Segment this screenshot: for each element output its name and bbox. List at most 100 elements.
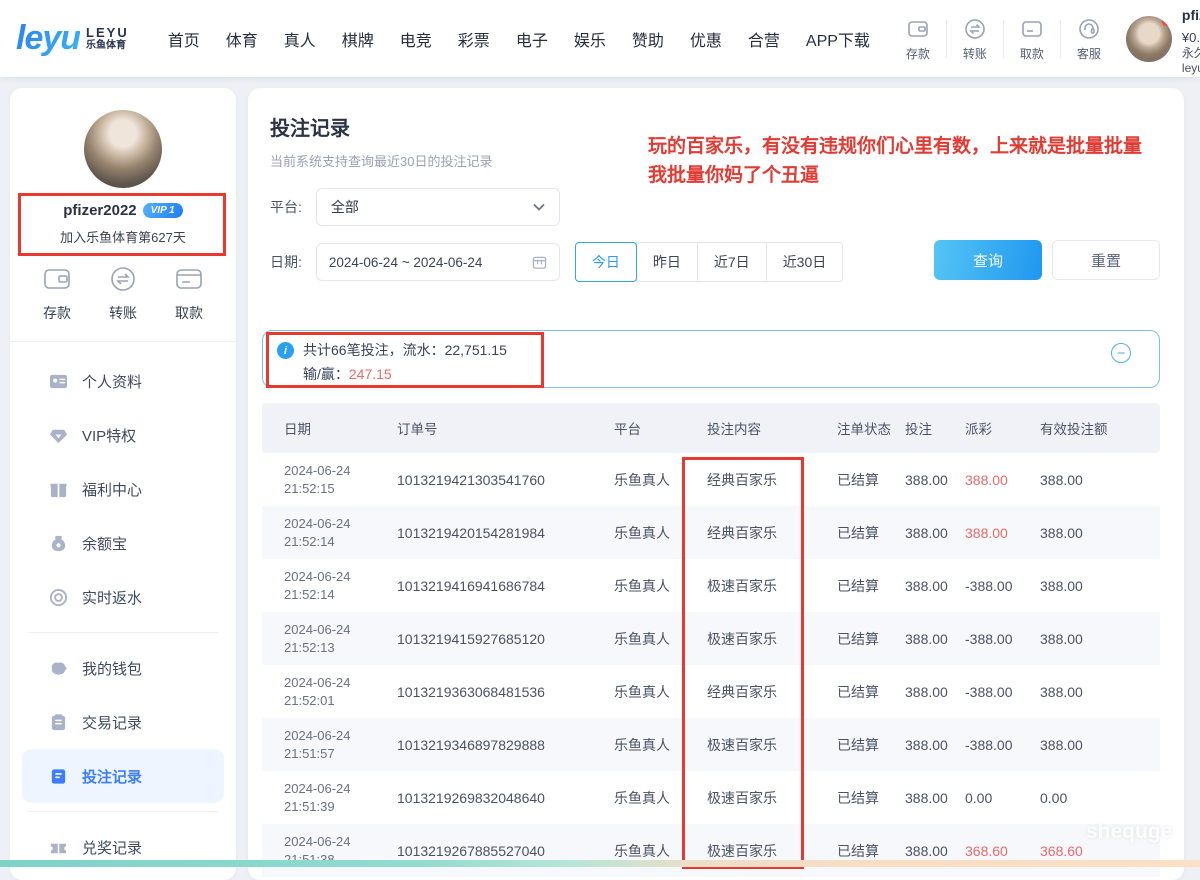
sidebar-item-bet-records[interactable]: 投注记录 [22, 749, 224, 803]
date-label: 日期: [270, 252, 302, 272]
collapse-icon[interactable]: − [1111, 343, 1131, 363]
withdraw-button[interactable]: 取款 [174, 266, 204, 323]
table-row: 2024-06-2421:52:01 1013219363068481536乐鱼… [262, 665, 1160, 718]
nav-item-live[interactable]: 真人 [271, 17, 329, 61]
summary-bar: i 共计66笔投注，流水：22,751.15 输/赢：247.15 − [262, 330, 1160, 388]
preset-7days-button[interactable]: 近7日 [697, 242, 767, 282]
deposit-icon [905, 16, 931, 42]
nav-item-sponsor[interactable]: 赞助 [619, 17, 677, 61]
platform-label: 平台: [270, 197, 302, 217]
balance: ¥0.00 [1182, 30, 1200, 46]
nav-item-app-download[interactable]: APP下载 [793, 17, 883, 61]
sidebar: pfizer2022 VIP 1 加入乐鱼体育第627天 存款 转账 取款 个人… [10, 88, 236, 880]
nav-item-slots[interactable]: 电子 [503, 17, 561, 61]
nav-item-lottery[interactable]: 彩票 [445, 17, 503, 61]
query-button[interactable]: 查询 [934, 240, 1042, 280]
platform-select[interactable]: 全部 [316, 188, 560, 226]
annotation-graffiti-text: 玩的百家乐，有没有违规你们心里有数，上来就是批量批量 我批量你妈了个丑逼 [648, 132, 1193, 190]
deposit-button[interactable]: 存款 [895, 16, 941, 62]
id-card-icon [48, 371, 68, 391]
username: pfizer2022 [63, 202, 136, 219]
sidebar-item-wallet[interactable]: 我的钱包 [10, 641, 236, 695]
bet-records-panel: 投注记录 当前系统支持查询最近30日的投注记录 平台: 全部 日期: 2024-… [248, 88, 1184, 880]
table-row: 2024-06-2421:52:13 1013219415927685120乐鱼… [262, 612, 1160, 665]
summary-winloss: 输/赢：247.15 [303, 364, 392, 384]
bet-record-icon [48, 766, 68, 786]
nav-item-home[interactable]: 首页 [155, 17, 213, 61]
rebate-icon [48, 587, 68, 607]
sidebar-item-transactions[interactable]: 交易记录 [10, 695, 236, 749]
service-icon [1076, 16, 1102, 42]
clipboard-icon [48, 712, 68, 732]
nav-item-sports[interactable]: 体育 [213, 17, 271, 61]
preset-yesterday-button[interactable]: 昨日 [636, 242, 698, 282]
notification-dot [1162, 18, 1170, 26]
logo-script-text: leyu [16, 19, 80, 58]
bet-records-table: 日期 订单号 平台 投注内容 注单状态 投注 派彩 有效投注额 2024-06-… [262, 403, 1160, 877]
sidebar-menu: 个人资料 VIP特权 福利中心 余额宝 实时返水 我的钱包 交易记录 [10, 342, 236, 874]
sidebar-item-vip[interactable]: VIP特权 [10, 408, 236, 462]
bottom-gradient-strip [0, 860, 1200, 867]
nav-item-entertainment[interactable]: 娱乐 [561, 17, 619, 61]
table-row: 2024-06-2421:51:57 1013219346897829888乐鱼… [262, 718, 1160, 771]
table-row: 2024-06-2421:52:14 1013219416941686784乐鱼… [262, 559, 1160, 612]
wallet-icon [48, 658, 68, 678]
vip-gem-icon [48, 425, 68, 445]
joined-days: 加入乐鱼体育第627天 [10, 227, 236, 246]
table-row: 2024-06-2421:51:39 1013219269832048640乐鱼… [262, 771, 1160, 824]
nav-item-partner[interactable]: 合营 [735, 17, 793, 61]
table-header: 日期 订单号 平台 投注内容 注单状态 投注 派彩 有效投注额 [262, 403, 1160, 453]
vip-badge: VIP 1 [143, 203, 183, 218]
money-pouch-icon [48, 533, 68, 553]
permanent-url: 永久网址: leyu.com [1182, 46, 1200, 76]
date-preset-group: 今日 昨日 近7日 近30日 [576, 242, 843, 282]
preset-30days-button[interactable]: 近30日 [766, 242, 844, 282]
nav-item-chess[interactable]: 棋牌 [329, 17, 387, 61]
divider [946, 20, 947, 58]
sidebar-item-rebate[interactable]: 实时返水 [10, 570, 236, 624]
transfer-icon [962, 16, 988, 42]
table-row: 2024-06-2421:52:14 1013219420154281984乐鱼… [262, 506, 1160, 559]
nav-item-promo[interactable]: 优惠 [677, 17, 735, 61]
deposit-button[interactable]: 存款 [42, 266, 72, 323]
user-block: pfizer2022 VIP 1 ¥0.00 永久网址: leyu.com [1126, 1, 1200, 76]
divider [1060, 20, 1061, 58]
date-range-input[interactable]: 2024-06-24 ~ 2024-06-24 [316, 243, 560, 281]
divider [28, 632, 218, 633]
deposit-icon [42, 266, 72, 297]
sidebar-item-yuebao[interactable]: 余额宝 [10, 516, 236, 570]
transfer-button[interactable]: 转账 [108, 266, 138, 323]
table-body: 2024-06-2421:52:15 1013219421303541760乐鱼… [262, 453, 1160, 877]
username[interactable]: pfizer2022 [1182, 7, 1200, 25]
service-button[interactable]: 客服 [1066, 16, 1112, 62]
table-row: 2024-06-2421:52:15 1013219421303541760乐鱼… [262, 453, 1160, 506]
winloss-value: 247.15 [349, 366, 392, 382]
header-quick-actions: 存款 转账 取款 客服 [895, 16, 1112, 62]
withdraw-icon [174, 266, 204, 297]
preset-today-button[interactable]: 今日 [575, 242, 637, 282]
summary-totals: 共计66笔投注，流水：22,751.15 [303, 340, 507, 360]
info-icon: i [277, 342, 294, 359]
logo-cn-text: 乐鱼体育 [86, 41, 129, 51]
watermark: shequge [1086, 820, 1172, 844]
sidebar-quick-actions: 存款 转账 取款 [10, 246, 236, 342]
reset-button[interactable]: 重置 [1052, 240, 1160, 280]
logo-en-text: LEYU [86, 26, 129, 39]
nav-item-esports[interactable]: 电竞 [387, 17, 445, 61]
withdraw-button[interactable]: 取款 [1009, 16, 1055, 62]
site-logo[interactable]: leyu LEYU 乐鱼体育 [16, 19, 129, 58]
transfer-icon [108, 266, 138, 297]
avatar[interactable] [84, 110, 162, 188]
redeem-icon [48, 837, 68, 857]
sidebar-item-welfare[interactable]: 福利中心 [10, 462, 236, 516]
divider [28, 811, 218, 812]
divider [1003, 20, 1004, 58]
sidebar-item-profile[interactable]: 个人资料 [10, 354, 236, 408]
calendar-icon [532, 255, 547, 270]
chevron-down-icon [533, 203, 545, 211]
profile-card: pfizer2022 VIP 1 加入乐鱼体育第627天 [10, 88, 236, 246]
avatar[interactable] [1126, 16, 1172, 62]
gift-icon [48, 479, 68, 499]
withdraw-icon [1019, 16, 1045, 42]
transfer-button[interactable]: 转账 [952, 16, 998, 62]
